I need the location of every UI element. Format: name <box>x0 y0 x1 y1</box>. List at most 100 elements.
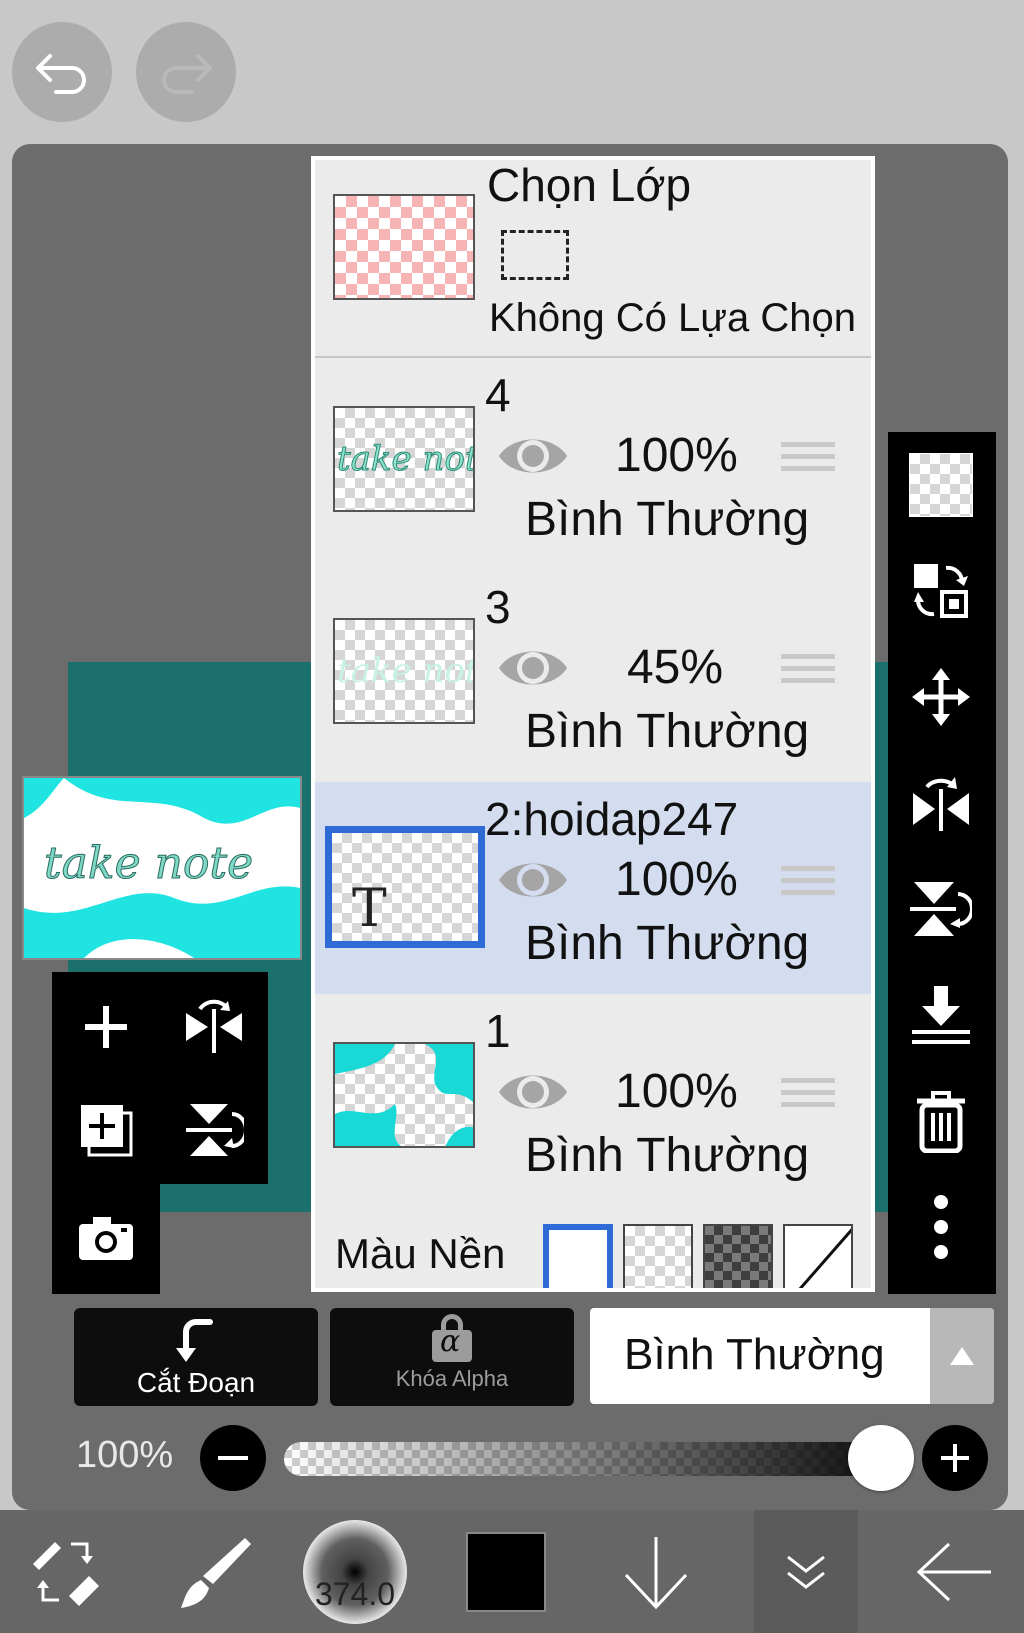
selection-marquee-icon <box>501 230 569 280</box>
more-vertical-icon <box>934 1195 948 1259</box>
layer-row[interactable]: take note 3 45% Bình Thường <box>315 570 871 784</box>
layer-blend-mode: Bình Thường <box>525 917 810 970</box>
brush-tool-button[interactable] <box>160 1510 270 1633</box>
brush-size-button[interactable]: 374.0 <box>300 1510 410 1633</box>
svg-text:take note: take note <box>44 838 253 889</box>
swap-layer-button[interactable] <box>888 538 994 644</box>
redo-icon <box>162 54 212 94</box>
visibility-eye-icon[interactable] <box>497 1066 569 1118</box>
clipping-button[interactable]: Cắt Đoạn <box>74 1308 318 1406</box>
add-copy-layer-button[interactable] <box>54 1078 158 1182</box>
arrow-left-icon <box>916 1542 991 1601</box>
minus-icon <box>218 1456 248 1460</box>
clip-arrow-icon <box>176 1319 213 1362</box>
plus-icon <box>941 1444 969 1472</box>
alpha-lock-button[interactable]: α Khóa Alpha <box>330 1308 574 1406</box>
selection-thumbnail <box>333 194 475 300</box>
flip-horizontal-icon <box>186 999 242 1053</box>
brush-size-preview: 374.0 <box>303 1519 407 1624</box>
flip-vertical-button[interactable] <box>162 1078 266 1182</box>
undo-button[interactable] <box>12 22 112 122</box>
opacity-slider-track[interactable] <box>284 1442 884 1476</box>
background-none-swatch[interactable] <box>783 1224 853 1288</box>
drag-handle-icon[interactable] <box>781 1078 835 1114</box>
selection-layer[interactable]: Chọn Lớp Không Có Lựa Chọn <box>315 160 871 358</box>
layer-thumbnail <box>333 1042 475 1148</box>
drag-handle-icon[interactable] <box>781 866 835 902</box>
top-toolbar <box>0 0 1024 140</box>
take-note-shadow-art: take note <box>337 651 473 691</box>
background-dark-checker-swatch[interactable] <box>703 1224 773 1288</box>
layers-panel: Chọn Lớp Không Có Lựa Chọn take note 4 1… <box>311 156 875 1292</box>
layer-blend-mode: Bình Thường <box>525 1129 810 1182</box>
undo-icon <box>36 54 86 94</box>
blend-mode-arrow-button[interactable] <box>930 1308 994 1404</box>
layer-thumbnail: take note <box>333 406 475 512</box>
layer-name: 2:hoidap247 <box>485 793 739 845</box>
move-icon <box>912 668 970 726</box>
brush-icon <box>181 1537 251 1608</box>
swap-colors-button[interactable] <box>10 1510 120 1633</box>
visibility-eye-icon[interactable] <box>497 854 569 906</box>
alpha-glyph: α <box>440 1324 461 1359</box>
layer-opacity[interactable]: 100% <box>615 1064 738 1119</box>
text-type-glyph: T <box>352 879 387 939</box>
camera-icon <box>79 1217 133 1260</box>
layer-blend-mode: Bình Thường <box>525 493 810 546</box>
back-button[interactable] <box>900 1510 1010 1633</box>
trash-icon <box>917 1091 965 1153</box>
triangle-up-icon <box>950 1347 974 1365</box>
color-picker-button[interactable] <box>456 1510 556 1633</box>
redo-button[interactable] <box>136 22 236 122</box>
layer-opacity[interactable]: 45% <box>615 640 735 695</box>
teal-waves-art <box>335 1044 473 1146</box>
more-options-button[interactable] <box>888 1174 994 1280</box>
take-note-art: take note <box>337 439 475 480</box>
opacity-value: 100% <box>76 1434 174 1476</box>
layer-row[interactable]: 1 100% Bình Thường <box>315 994 871 1208</box>
layer-opacity[interactable]: 100% <box>615 428 738 483</box>
layer-row-selected[interactable]: T 2:hoidap247 100% Bình Thường <box>315 782 871 996</box>
merge-down-button[interactable] <box>888 962 994 1068</box>
flip-layer-horizontal-button[interactable] <box>888 750 994 856</box>
delete-layer-button[interactable] <box>888 1068 994 1174</box>
move-button[interactable] <box>888 644 994 750</box>
layer-opacity[interactable]: 100% <box>615 852 738 907</box>
flip-horizontal-button[interactable] <box>162 975 266 1079</box>
artwork-preview-image: take note <box>24 778 300 958</box>
opacity-slider-thumb[interactable] <box>848 1425 914 1491</box>
svg-text:take note: take note <box>337 439 475 479</box>
transparent-fill-button[interactable] <box>888 432 994 538</box>
camera-button[interactable] <box>54 1186 158 1290</box>
visibility-eye-icon[interactable] <box>497 430 569 482</box>
flip-layer-vertical-button[interactable] <box>888 856 994 962</box>
plus-icon <box>85 1006 127 1048</box>
background-color-row: Màu Nền <box>315 1206 871 1288</box>
double-chevron-down-icon <box>787 1555 825 1589</box>
visibility-eye-icon[interactable] <box>497 642 569 694</box>
background-color-label: Màu Nền <box>335 1230 506 1277</box>
merge-down-icon <box>912 986 970 1044</box>
layer-row[interactable]: take note 4 100% Bình Thường <box>315 358 871 572</box>
current-color-swatch <box>466 1531 546 1612</box>
add-copy-icon <box>81 1105 133 1157</box>
layer-down-button[interactable] <box>606 1510 706 1633</box>
layer-blend-mode: Bình Thường <box>525 705 810 758</box>
drag-handle-icon[interactable] <box>781 654 835 690</box>
add-layer-button[interactable] <box>54 975 158 1079</box>
right-tool-column <box>888 432 996 1294</box>
layer-name: 3 <box>485 581 511 633</box>
drag-handle-icon[interactable] <box>781 442 835 478</box>
selection-status: Không Có Lựa Chọn <box>489 296 857 340</box>
brush-eraser-swap-icon <box>33 1541 99 1606</box>
background-white-swatch[interactable] <box>543 1224 613 1288</box>
opacity-decrease-button[interactable] <box>200 1425 266 1491</box>
blend-mode-value: Bình Thường <box>624 1330 885 1379</box>
flip-vertical-icon <box>186 1104 244 1156</box>
layers-panel-toggle-button[interactable] <box>754 1510 858 1633</box>
blend-mode-select[interactable]: Bình Thường <box>590 1308 994 1404</box>
flip-vertical-icon <box>910 882 972 936</box>
layer-name: 4 <box>485 369 511 421</box>
opacity-increase-button[interactable] <box>922 1425 988 1491</box>
background-checker-swatch[interactable] <box>623 1224 693 1288</box>
